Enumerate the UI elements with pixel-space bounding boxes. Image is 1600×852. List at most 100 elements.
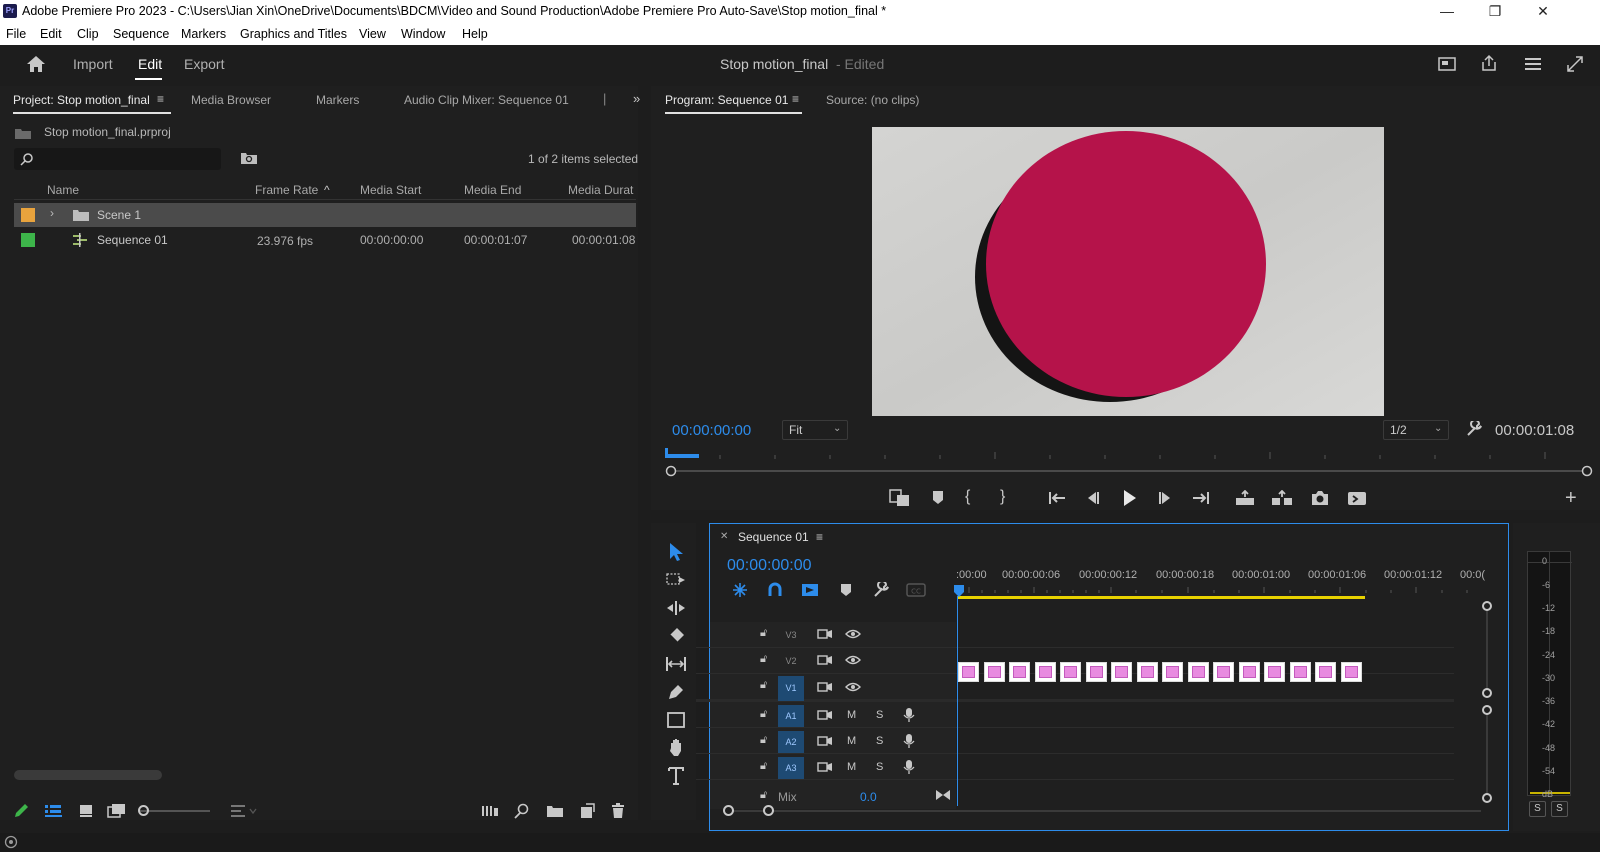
video-clip[interactable] (1341, 662, 1362, 682)
microphone-icon[interactable] (903, 733, 915, 749)
find-icon[interactable] (514, 803, 530, 819)
fullscreen-icon[interactable] (1566, 55, 1584, 73)
track-label-v1[interactable]: V1 (778, 676, 804, 701)
video-clip[interactable] (1213, 662, 1234, 682)
table-row[interactable]: › Scene 1 (14, 203, 636, 227)
col-name[interactable]: Name (47, 180, 79, 200)
video-clip[interactable] (1060, 662, 1081, 682)
menu-help[interactable]: Help (462, 27, 488, 41)
selection-tool-icon[interactable] (668, 542, 684, 562)
playhead-handle[interactable] (953, 584, 965, 598)
tab-sequence-01[interactable]: Sequence 01 (738, 530, 809, 544)
video-clip[interactable] (1315, 662, 1336, 682)
lock-icon[interactable]: 🔓︎ (760, 761, 767, 772)
solo-left-button[interactable]: S (1529, 801, 1546, 817)
close-sequence-icon[interactable]: ✕ (720, 532, 728, 542)
tab-program[interactable]: Program: Sequence 01 (665, 93, 788, 107)
home-icon[interactable] (26, 55, 46, 73)
timeline-zoom-handle-right[interactable] (763, 805, 774, 816)
video-clip[interactable] (984, 662, 1005, 682)
col-media-end[interactable]: Media End (464, 180, 521, 200)
ripple-edit-tool-icon[interactable] (666, 600, 686, 616)
eye-icon[interactable] (845, 655, 861, 665)
menu-markers[interactable]: Markers (181, 27, 226, 41)
video-clip[interactable] (1035, 662, 1056, 682)
mark-out-icon[interactable]: } (1000, 489, 1005, 505)
icon-view-icon[interactable] (78, 804, 94, 818)
menu-edit[interactable]: Edit (40, 27, 62, 41)
automate-to-sequence-icon[interactable] (481, 804, 499, 818)
timeline-zoom-track[interactable] (729, 810, 1481, 812)
video-clip[interactable] (1239, 662, 1260, 682)
table-row[interactable]: Sequence 01 23.976 fps 00:00:00:00 00:00… (14, 228, 636, 252)
hand-tool-icon[interactable] (668, 738, 686, 758)
track-label-a1[interactable]: A1 (778, 705, 804, 727)
compare-view-icon[interactable] (1347, 489, 1367, 507)
tab-source[interactable]: Source: (no clips) (826, 93, 919, 107)
trash-icon[interactable] (611, 803, 625, 819)
pencil-icon[interactable] (12, 802, 30, 820)
expand-chevron-icon[interactable]: › (50, 207, 54, 219)
sync-lock-icon[interactable] (817, 654, 833, 666)
video-clip[interactable] (1188, 662, 1209, 682)
menu-window[interactable]: Window (401, 27, 445, 41)
video-clip[interactable] (958, 662, 979, 682)
close-icon[interactable]: ✕ (1520, 0, 1566, 23)
tab-import[interactable]: Import (73, 56, 113, 72)
item-name[interactable]: Scene 1 (97, 208, 141, 222)
timeline-zoom-handle-left[interactable] (723, 805, 734, 816)
rectangle-tool-icon[interactable] (667, 712, 685, 728)
monitor-scrubber[interactable] (665, 448, 1595, 478)
lift-icon[interactable] (1235, 490, 1255, 506)
col-frame-rate[interactable]: Frame Rate (255, 180, 318, 200)
tab-project[interactable]: Project: Stop motion_final (13, 93, 150, 107)
horizontal-scrollbar[interactable] (14, 770, 162, 780)
sync-lock-icon[interactable] (817, 761, 833, 773)
overflow-chevron-icon[interactable]: » (633, 92, 640, 105)
slip-tool-icon[interactable] (665, 656, 687, 672)
panel-menu-icon[interactable]: ≡ (792, 93, 799, 105)
program-video-frame[interactable] (872, 127, 1384, 416)
sync-lock-icon[interactable] (817, 628, 833, 640)
mute-button[interactable]: M (847, 761, 856, 773)
nest-sequence-icon[interactable] (732, 582, 748, 598)
panel-menu-icon[interactable]: ≡ (816, 531, 823, 543)
wrench-icon[interactable] (1466, 421, 1482, 437)
menu-clip[interactable]: Clip (77, 27, 99, 41)
col-media-duration[interactable]: Media Durat (568, 180, 633, 200)
mute-button[interactable]: M (847, 735, 856, 747)
zoom-slider-track[interactable] (140, 810, 210, 812)
search-field[interactable] (14, 148, 221, 170)
sync-lock-icon[interactable] (817, 735, 833, 747)
extract-icon[interactable] (1271, 490, 1293, 506)
video-clip[interactable] (1009, 662, 1030, 682)
resolution-select[interactable]: 1/2 ⌄ (1383, 420, 1449, 440)
audio-scroll-handle-bottom[interactable] (1482, 793, 1492, 803)
razor-tool-icon[interactable] (667, 627, 685, 645)
microphone-icon[interactable] (903, 707, 915, 723)
linked-selection-icon[interactable] (801, 582, 819, 598)
item-name[interactable]: Sequence 01 (97, 233, 168, 247)
freeform-view-icon[interactable] (107, 803, 127, 819)
new-item-icon[interactable] (579, 803, 595, 819)
pen-tool-icon[interactable] (667, 683, 685, 701)
quick-export-icon[interactable] (1438, 56, 1456, 72)
track-label-a3[interactable]: A3 (778, 757, 804, 779)
add-marker-icon[interactable] (931, 490, 945, 506)
list-view-icon[interactable] (44, 804, 62, 818)
video-clip[interactable] (1162, 662, 1183, 682)
video-clip[interactable] (1137, 662, 1158, 682)
playhead-line[interactable] (957, 596, 958, 806)
add-timeline-marker-icon[interactable] (840, 583, 852, 597)
share-icon[interactable] (1480, 54, 1498, 72)
track-select-tool-icon[interactable] (666, 571, 686, 589)
solo-button[interactable]: S (876, 709, 883, 721)
tab-edit[interactable]: Edit (138, 56, 162, 72)
go-to-mix-icon[interactable] (935, 789, 951, 801)
tab-media-browser[interactable]: Media Browser (191, 93, 271, 107)
work-area-bar[interactable] (958, 596, 1365, 599)
mix-value[interactable]: 0.0 (860, 790, 877, 804)
lock-icon[interactable]: 🔓︎ (760, 709, 767, 720)
audio-scroll-handle-top[interactable] (1482, 705, 1492, 715)
lock-icon[interactable]: 🔓︎ (760, 654, 767, 665)
